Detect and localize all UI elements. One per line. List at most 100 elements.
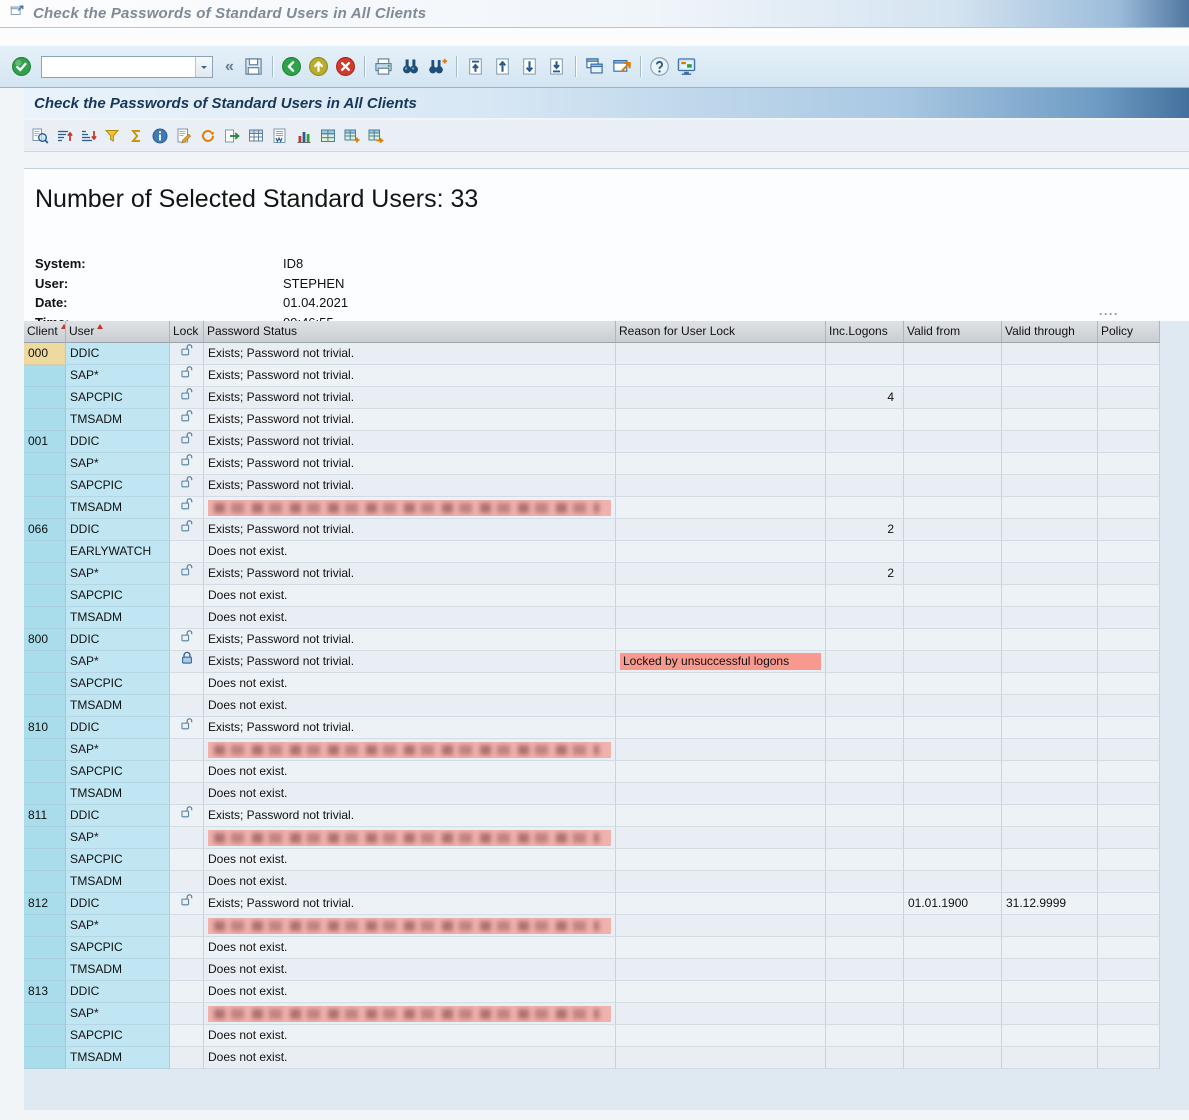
table-row[interactable]: 812DDICExists; Password not trivial.01.0… — [24, 893, 1160, 915]
locked-icon — [180, 651, 194, 672]
cell-client — [24, 387, 66, 409]
cell-reason-for-user-lock — [616, 541, 826, 563]
previous-page-button[interactable] — [491, 54, 514, 80]
last-page-button[interactable] — [545, 54, 568, 80]
change-layout-button[interactable] — [318, 123, 338, 149]
cell-policy — [1098, 607, 1160, 629]
cell-inc-logons — [826, 629, 904, 651]
table-row[interactable]: EARLYWATCHDoes not exist. — [24, 541, 1160, 563]
drag-handle-dots[interactable]: ···· — [1099, 307, 1119, 321]
table-row[interactable]: SAPCPICExists; Password not trivial.4 — [24, 387, 1160, 409]
table-row[interactable]: SAPCPICDoes not exist. — [24, 673, 1160, 695]
save-button[interactable] — [242, 54, 265, 80]
table-row[interactable]: 066DDICExists; Password not trivial.2 — [24, 519, 1160, 541]
info-button[interactable] — [150, 123, 170, 149]
command-dropdown-button[interactable] — [195, 57, 212, 77]
command-field[interactable] — [41, 56, 213, 78]
table-row[interactable]: TMSADMDoes not exist. — [24, 783, 1160, 805]
cancel-button[interactable] — [334, 54, 357, 80]
cell-password-status: Does not exist. — [204, 959, 616, 981]
customize-layout-button[interactable] — [675, 54, 698, 80]
column-header-password-status[interactable]: Password Status — [204, 321, 616, 343]
menu-bar — [0, 28, 1189, 46]
table-row[interactable]: SAP*Exists; Password not trivial. — [24, 453, 1160, 475]
exit-button[interactable] — [307, 54, 330, 80]
cell-lock — [170, 651, 204, 673]
table-row[interactable]: 001DDICExists; Password not trivial. — [24, 431, 1160, 453]
table-row[interactable]: 810DDICExists; Password not trivial. — [24, 717, 1160, 739]
first-page-button[interactable] — [464, 54, 487, 80]
table-row[interactable]: SAP*Exists; Password not trivial.Locked … — [24, 651, 1160, 673]
column-header-policy[interactable]: Policy — [1098, 321, 1160, 343]
table-row[interactable]: TMSADMDoes not exist. — [24, 607, 1160, 629]
cell-inc-logons — [826, 695, 904, 717]
total-button[interactable] — [126, 123, 146, 149]
sort-descending-button[interactable] — [78, 123, 98, 149]
back-button[interactable] — [280, 54, 303, 80]
table-row[interactable]: 800DDICExists; Password not trivial. — [24, 629, 1160, 651]
cell-valid-through — [1002, 959, 1098, 981]
column-header-lock[interactable]: Lock — [170, 321, 204, 343]
table-row[interactable]: TMSADMDoes not exist. — [24, 1047, 1160, 1069]
table-row[interactable]: SAPCPICDoes not exist. — [24, 585, 1160, 607]
choose-details-button[interactable] — [30, 123, 50, 149]
cell-valid-from — [904, 805, 1002, 827]
table-row[interactable]: 813DDICDoes not exist. — [24, 981, 1160, 1003]
help-button[interactable] — [648, 54, 671, 80]
sort-ascending-button[interactable] — [54, 123, 74, 149]
column-header-inc-logons[interactable]: Inc.Logons — [826, 321, 904, 343]
table-row[interactable]: 811DDICExists; Password not trivial. — [24, 805, 1160, 827]
cell-password-status: Exists; Password not trivial. — [204, 563, 616, 585]
save-layout-button[interactable] — [366, 123, 386, 149]
change-log-button[interactable] — [174, 123, 194, 149]
cell-client: 812 — [24, 893, 66, 915]
column-header-reason-for-user-lock[interactable]: Reason for User Lock — [616, 321, 826, 343]
table-row[interactable]: SAPCPICDoes not exist. — [24, 849, 1160, 871]
column-header-label: User — [69, 324, 94, 338]
create-shortcut-button[interactable] — [610, 54, 633, 80]
table-row[interactable]: TMSADMDoes not exist. — [24, 871, 1160, 893]
column-header-client[interactable]: Client — [24, 321, 66, 343]
new-session-button[interactable] — [583, 54, 606, 80]
table-row[interactable]: SAP* — [24, 1003, 1160, 1025]
table-row[interactable]: TMSADMDoes not exist. — [24, 695, 1160, 717]
cell-valid-through — [1002, 431, 1098, 453]
set-filter-button[interactable] — [102, 123, 122, 149]
table-row[interactable]: SAPCPICDoes not exist. — [24, 1025, 1160, 1047]
next-page-button[interactable] — [518, 54, 541, 80]
column-header-valid-from[interactable]: Valid from — [904, 321, 1002, 343]
cell-policy — [1098, 673, 1160, 695]
table-row[interactable]: SAP*Exists; Password not trivial. — [24, 365, 1160, 387]
print-button[interactable] — [372, 54, 395, 80]
cell-inc-logons — [826, 453, 904, 475]
graphic-button[interactable] — [294, 123, 314, 149]
table-row[interactable]: SAPCPICDoes not exist. — [24, 937, 1160, 959]
find-button[interactable] — [399, 54, 422, 80]
table-row[interactable]: TMSADM — [24, 497, 1160, 519]
cell-inc-logons — [826, 585, 904, 607]
local-file-button[interactable] — [222, 123, 242, 149]
table-row[interactable]: SAP* — [24, 827, 1160, 849]
spreadsheet-button[interactable] — [246, 123, 266, 149]
column-header-valid-through[interactable]: Valid through — [1002, 321, 1098, 343]
table-row[interactable]: SAP* — [24, 915, 1160, 937]
refresh-button[interactable] — [198, 123, 218, 149]
table-row[interactable]: 000DDICExists; Password not trivial. — [24, 343, 1160, 365]
command-input[interactable] — [42, 57, 195, 77]
column-header-user[interactable]: User — [66, 321, 170, 343]
unlocked-icon — [180, 453, 194, 474]
cell-lock — [170, 761, 204, 783]
table-row[interactable]: SAPCPICExists; Password not trivial. — [24, 475, 1160, 497]
table-row[interactable]: SAP*Exists; Password not trivial.2 — [24, 563, 1160, 585]
find-next-button[interactable] — [426, 54, 449, 80]
table-row[interactable]: TMSADMDoes not exist. — [24, 959, 1160, 981]
toolbar-collapse-chevron[interactable]: « — [225, 58, 234, 76]
table-row[interactable]: SAPCPICDoes not exist. — [24, 761, 1160, 783]
enter-button[interactable] — [10, 54, 33, 80]
word-processing-button[interactable] — [270, 123, 290, 149]
select-layout-button[interactable] — [342, 123, 362, 149]
cell-password-status: Does not exist. — [204, 783, 616, 805]
blur-smear — [214, 921, 599, 931]
table-row[interactable]: SAP* — [24, 739, 1160, 761]
table-row[interactable]: TMSADMExists; Password not trivial. — [24, 409, 1160, 431]
